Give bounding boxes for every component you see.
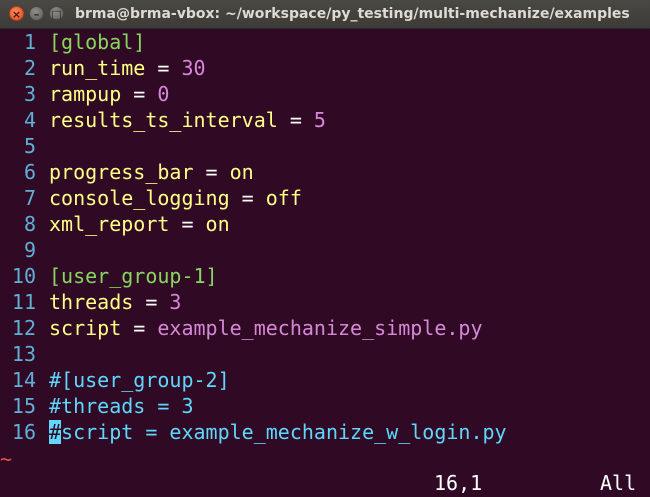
code-line[interactable]: 9 [0, 237, 650, 263]
code-token: #[user_group-2] [49, 368, 230, 392]
code-token: results_ts_interval [49, 108, 278, 132]
code-line[interactable]: 10 [user_group-1] [0, 263, 650, 289]
code-token: = [229, 186, 266, 210]
line-number: 6 [23, 160, 36, 184]
code-token: script = example_mechanize_w_login.py [61, 420, 507, 444]
code-line[interactable]: 3 rampup = 0 [0, 81, 650, 107]
line-number: 7 [23, 186, 36, 210]
code-token: progress_bar [49, 160, 194, 184]
maximize-window-button[interactable]: □ [49, 6, 64, 21]
vim-status-line: 16,1 All [0, 470, 650, 496]
line-content: xml_report = on [49, 211, 230, 237]
code-line[interactable]: 14 #[user_group-2] [0, 367, 650, 393]
code-token: xml_report [49, 212, 170, 236]
code-token: = [277, 108, 314, 132]
code-token: = [121, 316, 158, 340]
line-number: 5 [23, 134, 36, 158]
close-window-button[interactable]: × [9, 6, 24, 21]
line-content: script = example_mechanize_simple.py [49, 315, 482, 341]
title-bar: × – □ brma@brma-vbox: ~/workspace/py_tes… [0, 0, 650, 29]
line-content: [global] [49, 29, 145, 55]
line-content: #script = example_mechanize_w_login.py [49, 419, 507, 445]
line-content: rampup = 0 [49, 81, 169, 107]
line-number: 13 [11, 342, 36, 366]
line-number: 8 [23, 212, 36, 236]
code-line[interactable]: 8 xml_report = on [0, 211, 650, 237]
line-number: 11 [11, 290, 36, 314]
line-content: progress_bar = on [49, 159, 254, 185]
minimize-window-button[interactable]: – [29, 6, 44, 21]
line-number: 10 [11, 264, 36, 288]
line-number: 3 [23, 82, 36, 106]
code-token: rampup [49, 82, 122, 106]
code-token: on [205, 212, 230, 236]
scroll-indicator: All [600, 471, 637, 495]
code-token: on [229, 160, 254, 184]
line-content: run_time = 30 [49, 55, 206, 81]
line-number: 2 [23, 56, 36, 80]
code-token: #threads = 3 [49, 394, 194, 418]
code-token: console_logging [49, 186, 230, 210]
code-line[interactable]: 11 threads = 3 [0, 289, 650, 315]
code-line[interactable]: 4 results_ts_interval = 5 [0, 107, 650, 133]
line-number: 15 [11, 394, 36, 418]
code-line[interactable]: 7 console_logging = off [0, 185, 650, 211]
line-content: results_ts_interval = 5 [49, 107, 326, 133]
line-content: [user_group-1] [49, 263, 218, 289]
code-line[interactable]: 15 #threads = 3 [0, 393, 650, 419]
code-token: [global] [49, 30, 146, 54]
code-token: 30 [181, 56, 206, 80]
cursor-position: 16,1 [434, 471, 483, 495]
code-token: = [133, 290, 170, 314]
line-number: 16 [11, 420, 36, 444]
line-content: threads = 3 [49, 289, 181, 315]
window-title: brma@brma-vbox: ~/workspace/py_testing/m… [75, 6, 630, 22]
line-number: 1 [23, 30, 36, 54]
line-content: #threads = 3 [49, 393, 194, 419]
code-line[interactable]: 12 script = example_mechanize_simple.py [0, 315, 650, 341]
code-token: = [169, 212, 206, 236]
code-token: threads [49, 290, 134, 314]
line-number: 9 [23, 238, 36, 262]
code-token: script [49, 316, 122, 340]
code-token: = [193, 160, 230, 184]
code-line[interactable]: 16 #script = example_mechanize_w_login.py [0, 419, 650, 445]
code-line[interactable]: 2 run_time = 30 [0, 55, 650, 81]
code-token: = [121, 82, 158, 106]
line-content: console_logging = off [49, 185, 302, 211]
vim-editor-area[interactable]: 1 [global] 2 run_time = 30 3 rampup = 0 4 resul… [0, 29, 650, 445]
code-line[interactable]: 13 [0, 341, 650, 367]
code-token: 5 [313, 108, 326, 132]
code-token: 3 [169, 290, 182, 314]
code-line[interactable]: 1 [global] [0, 29, 650, 55]
code-line[interactable]: 6 progress_bar = on [0, 159, 650, 185]
empty-line-marker: ~ [0, 447, 13, 471]
code-token: example_mechanize_simple.py [157, 316, 483, 340]
line-number: 14 [11, 368, 36, 392]
code-line[interactable]: 5 [0, 133, 650, 159]
code-token: 0 [157, 82, 170, 106]
terminal-window: × – □ brma@brma-vbox: ~/workspace/py_tes… [0, 0, 650, 497]
code-token: off [265, 186, 302, 210]
code-token: run_time [49, 56, 146, 80]
line-content: #[user_group-2] [49, 367, 230, 393]
text-cursor: # [49, 420, 62, 444]
line-number: 12 [11, 316, 36, 340]
code-token: [user_group-1] [49, 264, 218, 288]
line-number: 4 [23, 108, 36, 132]
code-token: = [145, 56, 182, 80]
